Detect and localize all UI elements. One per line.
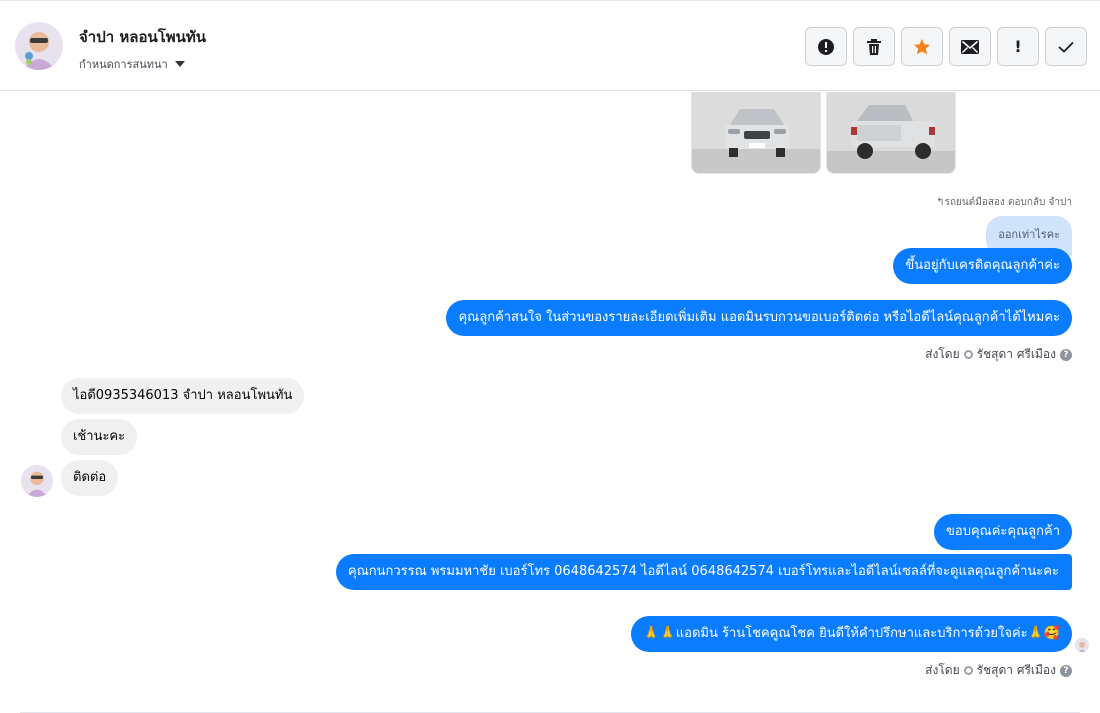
message-thread[interactable]: ↰รถยนต์มือสอง ตอบกลับ จำปา ออกเท่าไรคะ ข… [0,92,1100,713]
conversation-header: จำปา หลอนโพนทัน กำหนดการสนทนา ! [0,0,1100,91]
assign-label: กำหนดการสนทนา [79,58,168,71]
contact-name[interactable]: จำปา หลอนโพนทัน [79,25,206,49]
star-icon [913,38,931,54]
assign-conversation-dropdown[interactable]: กำหนดการสนทนา [79,55,185,73]
message-bubble-outgoing[interactable]: คุณลูกค้าสนใจ ในส่วนของรายละเอียดเพิ่มเต… [446,300,1072,336]
reply-context: ↰รถยนต์มือสอง ตอบกลับ จำปา [936,197,1072,208]
sent-by-info: ส่งโดย รัชสุดา ศรีเมือง ? [925,345,1072,364]
alert-circle-icon [818,38,834,55]
message-bubble-outgoing[interactable]: คุณกนกวรรณ พรมมหาชัย เบอร์โทร 0648642574… [336,554,1072,590]
delete-button[interactable] [853,27,895,66]
sent-by-label: ส่งโดย [925,347,960,361]
message-bubble-incoming[interactable]: ไอดี0935346013 จำปา หลอนโพนทัน [61,378,305,414]
sent-by-info: ส่งโดย รัชสุดา ศรีเมือง ? [925,661,1072,680]
conversation-actions: ! [805,27,1087,66]
help-icon[interactable]: ? [1060,348,1072,361]
mark-unread-button[interactable] [949,27,991,66]
sent-by-name[interactable]: รัชสุดา ศรีเมือง [977,345,1056,364]
agent-status-icon [963,350,973,359]
trash-icon [867,38,881,55]
car-photo-rear[interactable] [826,92,956,174]
agent-status-icon [963,666,973,675]
read-receipt-avatar [1075,638,1089,652]
sent-by-label: ส่งโดย [925,663,960,677]
done-button[interactable] [1045,27,1087,66]
car-photo-front[interactable] [691,92,821,174]
message-bubble-outgoing[interactable]: ขอบคุณค่ะคุณลูกค้า [934,514,1072,550]
follow-up-button[interactable]: ! [997,27,1039,66]
envelope-icon [961,39,979,54]
attachment-images [691,92,956,174]
help-icon[interactable]: ? [1060,664,1072,677]
chevron-down-icon [174,61,185,67]
spam-button[interactable] [805,27,847,66]
message-bubble-incoming[interactable]: เช้านะคะ [61,419,138,455]
star-button[interactable] [901,27,943,66]
message-bubble-incoming[interactable]: ติดต่อ [61,460,119,496]
message-bubble-outgoing[interactable]: 🙏🙏แอดมิน ร้านโชคคูณโชค ยินดีให้คำปรึกษาแ… [631,616,1072,652]
check-icon [1058,41,1074,53]
sent-by-name[interactable]: รัชสุดา ศรีเมือง [977,661,1056,680]
contact-avatar-small[interactable] [21,465,53,497]
exclamation-icon: ! [1014,37,1022,56]
message-bubble-outgoing[interactable]: ขึ้นอยู่กับเครดิตคุณลูกค้าค่ะ [893,248,1072,284]
contact-avatar[interactable] [15,22,63,70]
